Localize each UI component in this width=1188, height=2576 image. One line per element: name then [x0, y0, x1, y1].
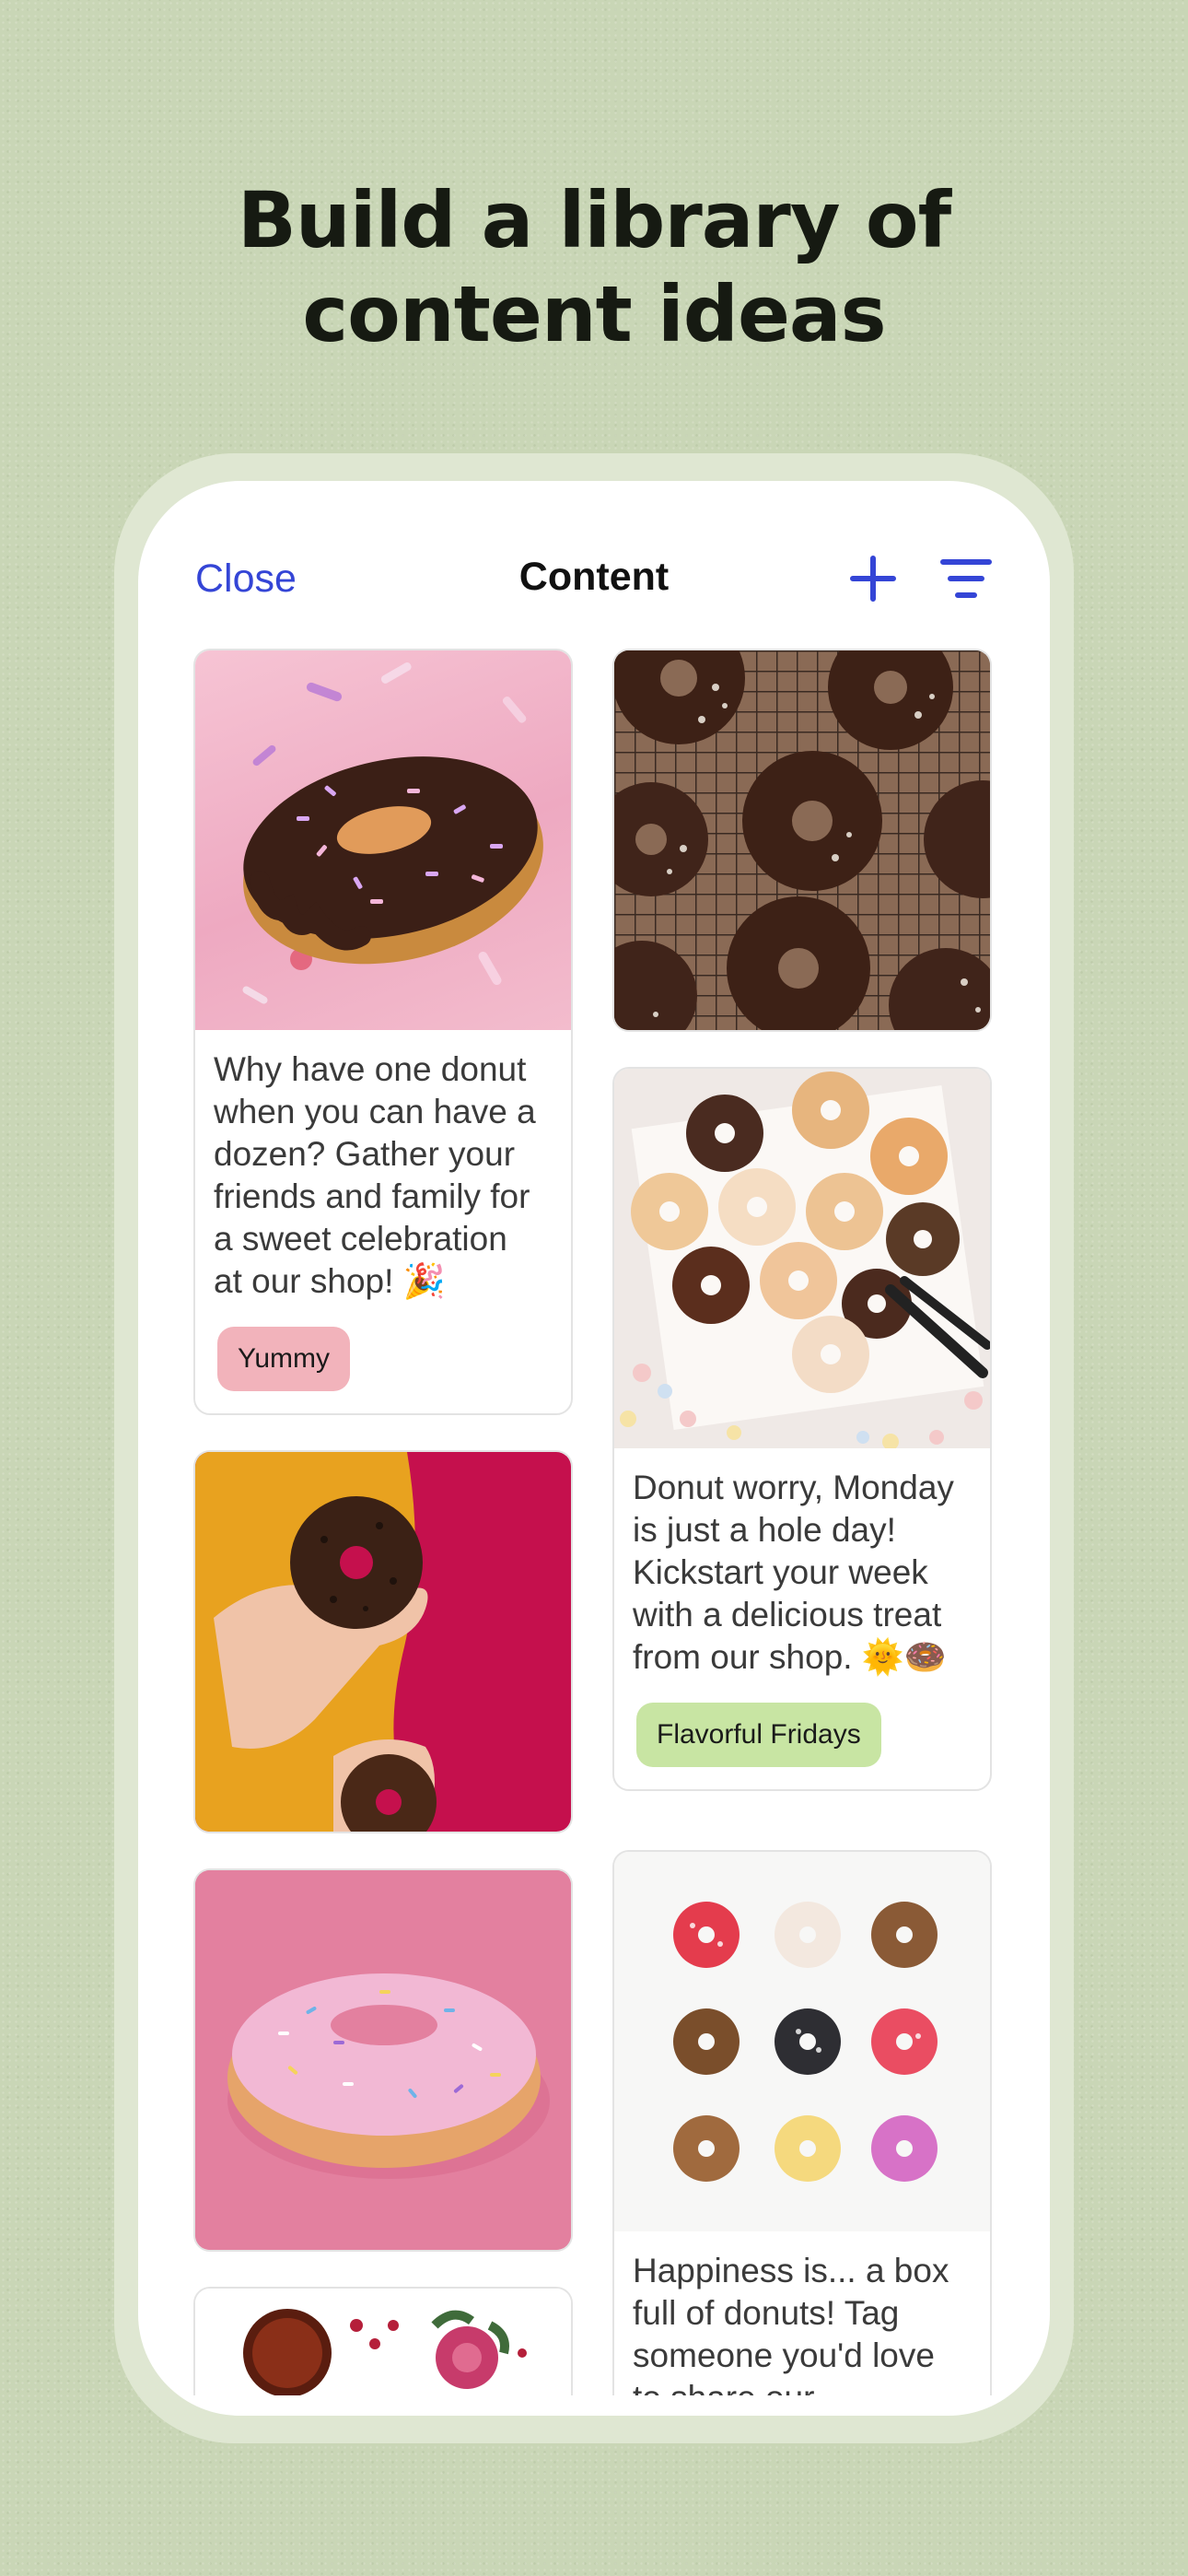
card-caption: Donut worry, Monday is just a hole day! …	[633, 1469, 954, 1676]
card-caption: Why have one donut when you can have a d…	[214, 1050, 536, 1300]
content-card[interactable]	[193, 1450, 573, 1833]
content-grid[interactable]: Why have one donut when you can have a d…	[138, 481, 1050, 2395]
content-card[interactable]	[193, 2287, 573, 2395]
headline: Build a library of content ideas	[0, 173, 1188, 361]
headline-line-2: content ideas	[302, 269, 886, 359]
plus-icon	[850, 556, 896, 602]
donut-sprinkles-illustration	[242, 662, 543, 1004]
hand-holding-donut-image	[195, 1452, 571, 1832]
tag-yummy[interactable]: Yummy	[217, 1327, 351, 1391]
content-card[interactable]	[612, 649, 992, 1032]
tea-and-flowers-image	[195, 2289, 571, 2395]
content-card[interactable]: Donut worry, Monday is just a hole day! …	[612, 1067, 992, 1791]
close-button[interactable]: Close	[195, 556, 297, 602]
tag-flavorful-fridays[interactable]: Flavorful Fridays	[636, 1703, 881, 1767]
chocolate-donuts-rack-image	[614, 650, 990, 1030]
donut-grid-image	[614, 1852, 990, 2231]
tea-flowers-illustration	[195, 2289, 571, 2395]
content-card[interactable]: Happiness is... a box full of donuts! Ta…	[612, 1850, 992, 2395]
headline-line-1: Build a library of	[237, 175, 951, 265]
phone-screen: Why have one donut when you can have a d…	[138, 481, 1050, 2416]
card-caption: Happiness is... a box full of donuts! Ta…	[633, 2252, 949, 2395]
filter-button[interactable]	[939, 556, 993, 601]
mixed-donuts-platter-image	[614, 1069, 990, 1448]
navbar: Close Content	[138, 481, 1050, 647]
donut-sprinkles-image	[195, 650, 571, 1030]
filter-icon	[940, 559, 992, 598]
add-button[interactable]	[847, 553, 899, 604]
mixed-donuts-illustration	[614, 1069, 990, 1448]
content-card[interactable]: Why have one donut when you can have a d…	[193, 649, 573, 1415]
pink-glazed-donut-image	[195, 1870, 571, 2250]
chocolate-donuts-illustration	[614, 650, 990, 1030]
content-card[interactable]	[193, 1868, 573, 2252]
pink-donut-illustration	[195, 1870, 571, 2250]
hand-donut-illustration	[195, 1452, 571, 1832]
donut-grid-illustration	[614, 1852, 990, 2231]
